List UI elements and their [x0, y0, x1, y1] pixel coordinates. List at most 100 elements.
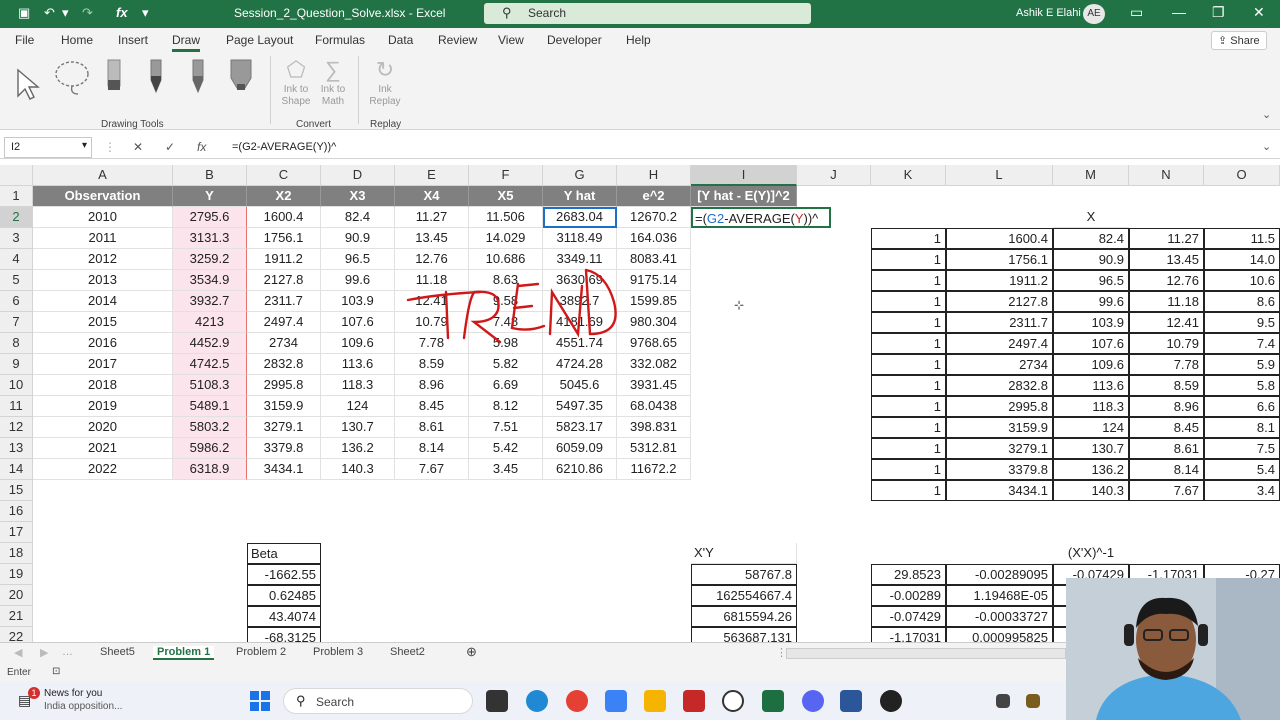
header-cell[interactable]: [Y hat - E(Y)]^2: [691, 186, 797, 207]
column-header-m[interactable]: M: [1053, 165, 1129, 186]
x-matrix-cell[interactable]: 3379.8: [946, 459, 1053, 480]
xtx-inverse-cell[interactable]: -0.00033727: [946, 606, 1053, 627]
row-header-12[interactable]: 12: [0, 417, 33, 438]
x-matrix-cell[interactable]: 8.14: [1129, 459, 1204, 480]
x-matrix-cell[interactable]: 3.4: [1204, 480, 1280, 501]
table-cell[interactable]: 5108.3: [173, 375, 247, 396]
tab-page-layout[interactable]: Page Layout: [226, 33, 293, 47]
table-cell[interactable]: 5986.2: [173, 438, 247, 459]
x-matrix-cell[interactable]: 7.4: [1204, 333, 1280, 354]
table-cell[interactable]: 5803.2: [173, 417, 247, 438]
table-cell[interactable]: 12670.2: [617, 207, 691, 228]
beta-cell[interactable]: 0.62485: [247, 585, 321, 606]
table-cell[interactable]: 136.2: [321, 438, 395, 459]
column-header-a[interactable]: A: [33, 165, 173, 186]
row-header-10[interactable]: 10: [0, 375, 33, 396]
table-cell[interactable]: 11.27: [395, 207, 469, 228]
accessibility-icon[interactable]: ⊡: [52, 666, 60, 677]
collapse-ribbon-icon[interactable]: ⌄: [1262, 108, 1271, 121]
beta-cell[interactable]: 43.4074: [247, 606, 321, 627]
lasso-select-icon[interactable]: [52, 58, 96, 98]
table-cell[interactable]: 2019: [33, 396, 173, 417]
row-header-9[interactable]: 9: [0, 354, 33, 375]
expand-formula-bar-icon[interactable]: ⌄: [1262, 140, 1271, 153]
x-matrix-cell[interactable]: 130.7: [1053, 438, 1129, 459]
header-cell[interactable]: Y: [173, 186, 247, 207]
x-matrix-cell[interactable]: 6.6: [1204, 396, 1280, 417]
x-matrix-cell[interactable]: 12.41: [1129, 312, 1204, 333]
table-cell[interactable]: 11672.2: [617, 459, 691, 480]
x-matrix-cell[interactable]: 1: [871, 459, 946, 480]
table-cell[interactable]: 2795.6: [173, 207, 247, 228]
table-cell[interactable]: 8.61: [395, 417, 469, 438]
table-cell[interactable]: 2020: [33, 417, 173, 438]
table-cell[interactable]: 2021: [33, 438, 173, 459]
excel-taskbar-icon[interactable]: [762, 690, 784, 712]
x-matrix-cell[interactable]: 103.9: [1053, 312, 1129, 333]
sheet-tab-problem-1[interactable]: Problem 1: [153, 646, 215, 660]
row-header-3[interactable]: 3: [0, 228, 33, 249]
row-header-18[interactable]: 18: [0, 543, 33, 564]
row-header-15[interactable]: 15: [0, 480, 33, 501]
table-cell[interactable]: 124: [321, 396, 395, 417]
x-matrix-cell[interactable]: 1: [871, 396, 946, 417]
ink-to-shape-button[interactable]: ⬠ Ink to Shape: [276, 56, 316, 108]
table-cell[interactable]: 6059.09: [543, 438, 617, 459]
table-cell[interactable]: 5.82: [469, 354, 543, 375]
xty-cell[interactable]: 6815594.26: [691, 606, 797, 627]
customize-toolbar-icon[interactable]: ▾: [142, 5, 149, 21]
horizontal-scrollbar[interactable]: [786, 648, 1066, 659]
column-header-e[interactable]: E: [395, 165, 469, 186]
x-matrix-cell[interactable]: 8.59: [1129, 375, 1204, 396]
xtx-inverse-cell[interactable]: 1.19468E-05: [946, 585, 1053, 606]
table-cell[interactable]: 3131.3: [173, 228, 247, 249]
x-matrix-cell[interactable]: 10.6: [1204, 270, 1280, 291]
chevron-down-icon[interactable]: ▾: [82, 140, 87, 151]
cancel-icon[interactable]: ✕: [133, 140, 143, 154]
table-cell[interactable]: 140.3: [321, 459, 395, 480]
header-cell[interactable]: Observation: [33, 186, 173, 207]
table-cell[interactable]: 2497.4: [247, 312, 321, 333]
active-cell-editor[interactable]: =(G2-AVERAGE(Y))^: [691, 207, 831, 228]
pen-black-icon[interactable]: [146, 58, 166, 94]
table-cell[interactable]: 109.6: [321, 333, 395, 354]
x-matrix-cell[interactable]: 7.78: [1129, 354, 1204, 375]
x-matrix-cell[interactable]: 1: [871, 228, 946, 249]
sheet-tab-sheet5[interactable]: Sheet5: [100, 646, 135, 658]
row-header-5[interactable]: 5: [0, 270, 33, 291]
edge-browser-icon[interactable]: [526, 690, 548, 712]
x-matrix-cell[interactable]: 8.6: [1204, 291, 1280, 312]
x-matrix-cell[interactable]: 1: [871, 375, 946, 396]
table-cell[interactable]: 7.67: [395, 459, 469, 480]
table-cell[interactable]: 103.9: [321, 291, 395, 312]
table-cell[interactable]: 2014: [33, 291, 173, 312]
table-cell[interactable]: 5312.81: [617, 438, 691, 459]
sheet-tab-problem-2[interactable]: Problem 2: [236, 646, 286, 658]
table-cell[interactable]: 3534.9: [173, 270, 247, 291]
table-cell[interactable]: 3932.7: [173, 291, 247, 312]
x-matrix-cell[interactable]: 11.5: [1204, 228, 1280, 249]
maximize-icon[interactable]: ❐: [1212, 4, 1225, 21]
user-name[interactable]: Ashik E Elahi: [1016, 7, 1081, 19]
tab-draw[interactable]: Draw: [172, 33, 201, 52]
xtx-inverse-cell[interactable]: -0.07429: [871, 606, 946, 627]
x-matrix-cell[interactable]: 12.76: [1129, 270, 1204, 291]
x-matrix-cell[interactable]: 1: [871, 249, 946, 270]
table-cell[interactable]: 1756.1: [247, 228, 321, 249]
more-sheets-icon[interactable]: …: [62, 646, 73, 658]
xtx-inverse-cell[interactable]: -0.00289: [871, 585, 946, 606]
row-header-16[interactable]: 16: [0, 501, 33, 522]
table-cell[interactable]: 2010: [33, 207, 173, 228]
news-subtitle[interactable]: India opposition...: [44, 701, 122, 712]
tab-insert[interactable]: Insert: [118, 33, 148, 47]
table-cell[interactable]: 107.6: [321, 312, 395, 333]
header-cell[interactable]: X5: [469, 186, 543, 207]
x-matrix-cell[interactable]: 82.4: [1053, 228, 1129, 249]
table-cell[interactable]: 3279.1: [247, 417, 321, 438]
x-matrix-cell[interactable]: 99.6: [1053, 291, 1129, 312]
x-matrix-cell[interactable]: 7.67: [1129, 480, 1204, 501]
select-objects-icon[interactable]: [14, 66, 42, 102]
x-matrix-cell[interactable]: 1: [871, 291, 946, 312]
x-matrix-cell[interactable]: 1756.1: [946, 249, 1053, 270]
row-header-4[interactable]: 4: [0, 249, 33, 270]
